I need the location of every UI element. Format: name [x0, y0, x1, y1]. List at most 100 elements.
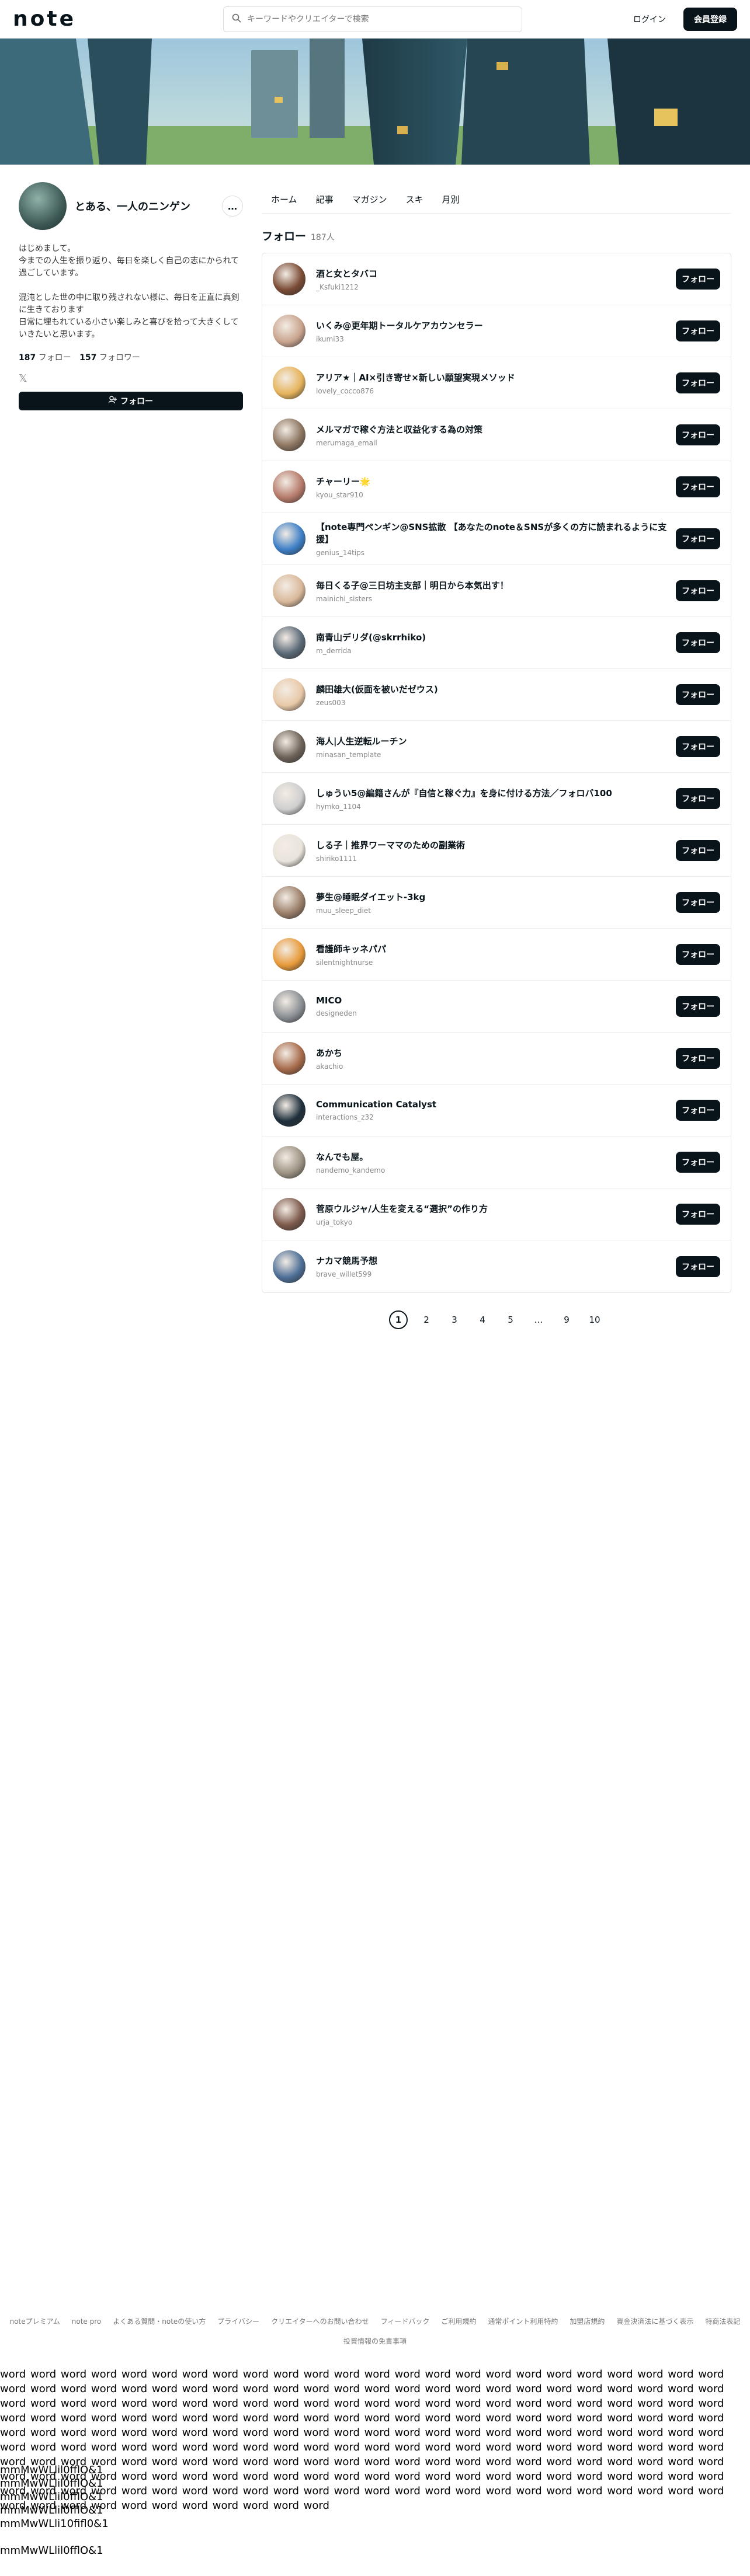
footer-link[interactable]: フィードバック — [381, 2317, 430, 2326]
search-input[interactable] — [247, 14, 513, 24]
user-avatar[interactable] — [273, 315, 305, 347]
user-avatar[interactable] — [273, 1094, 305, 1127]
user-name[interactable]: 菅原ウルジャ/人生を変える“選択”の作り方 — [316, 1202, 676, 1215]
page-button[interactable]: 4 — [473, 1310, 492, 1329]
user-name[interactable]: 夢生@睡眠ダイエット-3kg — [316, 891, 676, 903]
tab-monthly[interactable]: 月別 — [433, 193, 469, 205]
follow-button[interactable]: フォロー — [676, 996, 720, 1017]
user-avatar[interactable] — [273, 886, 305, 919]
footer-link[interactable]: 加盟店規約 — [570, 2317, 605, 2326]
signup-button[interactable]: 会員登録 — [683, 7, 737, 31]
user-avatar[interactable] — [273, 1198, 305, 1231]
follow-button[interactable]: フォロー — [676, 320, 720, 341]
user-avatar[interactable] — [273, 470, 305, 503]
page-button[interactable]: 3 — [445, 1310, 464, 1329]
follow-button[interactable]: フォロー — [676, 424, 720, 445]
follow-button[interactable]: フォロー — [676, 372, 720, 393]
user-name[interactable]: チャーリー🌟 — [316, 475, 676, 487]
tab-home[interactable]: ホーム — [262, 193, 307, 205]
tab-magazines[interactable]: マガジン — [343, 193, 397, 205]
user-name[interactable]: いくみ@更年期トータルケアカウンセラー — [316, 319, 676, 332]
user-avatar[interactable] — [273, 574, 305, 607]
follow-button[interactable]: フォロー — [676, 892, 720, 913]
user-avatar[interactable] — [273, 678, 305, 711]
user-name[interactable]: 看護師キッネパパ — [316, 943, 676, 955]
page-button[interactable]: 2 — [417, 1310, 436, 1329]
user-name[interactable]: 南青山デリダ(@skrrhiko) — [316, 631, 676, 643]
footer-link[interactable]: クリエイターへのお問い合わせ — [271, 2317, 369, 2326]
user-name[interactable]: 海人|人生逆転ルーチン — [316, 735, 676, 747]
user-avatar[interactable] — [273, 626, 305, 659]
user-name[interactable]: あかち — [316, 1047, 676, 1059]
user-avatar[interactable] — [273, 1146, 305, 1179]
follow-button[interactable]: フォロー — [676, 1256, 720, 1277]
user-id: designeden — [316, 1009, 357, 1017]
follow-button[interactable]: フォロー — [676, 944, 720, 965]
section-title: フォロー — [262, 230, 307, 243]
user-avatar[interactable] — [273, 782, 305, 815]
x-logo-icon[interactable]: 𝕏 — [19, 372, 243, 385]
follow-button[interactable]: フォロー — [676, 1152, 720, 1173]
followers-count[interactable]: 157 — [79, 353, 96, 362]
follow-button[interactable]: フォロー — [676, 269, 720, 290]
footer-link[interactable]: note pro — [72, 2317, 101, 2326]
user-name[interactable]: MICO — [316, 995, 676, 1006]
user-name[interactable]: 【note専門ペンギン@SNS拡散 【あなたのnote＆SNSが多くの方に読まれ… — [316, 521, 676, 545]
followers-label[interactable]: フォロワー — [99, 353, 140, 362]
user-name[interactable]: ナカマ競馬予想 — [316, 1254, 676, 1267]
user-avatar[interactable] — [273, 263, 305, 295]
login-button[interactable]: ログイン — [626, 8, 673, 31]
follow-button[interactable]: フォロー — [676, 840, 720, 861]
note-logo[interactable]: note — [13, 7, 223, 31]
user-name[interactable]: メルマガで稼ぐ方法と収益化する為の対策 — [316, 423, 676, 435]
follow-button[interactable]: フォロー — [676, 1048, 720, 1069]
user-avatar[interactable] — [273, 834, 305, 867]
user-avatar[interactable] — [273, 367, 305, 399]
follow-button[interactable]: フォロー — [676, 1204, 720, 1225]
following-label[interactable]: フォロー — [39, 353, 71, 362]
page-button[interactable]: 10 — [585, 1310, 604, 1329]
following-count[interactable]: 187 — [19, 353, 36, 362]
user-name[interactable]: アリア★｜AI×引き寄せ×新しい願望実現メソッド — [316, 371, 676, 384]
follow-button[interactable]: フォロー — [676, 632, 720, 653]
page-button[interactable]: 5 — [501, 1310, 520, 1329]
footer-link[interactable]: ご利用規約 — [441, 2317, 476, 2326]
user-name[interactable]: 毎日くる子@三日坊主支部｜明日から本気出す！ — [316, 579, 676, 591]
footer-link[interactable]: よくある質問・noteの使い方 — [113, 2317, 206, 2326]
search-box[interactable] — [223, 6, 522, 32]
follow-button[interactable]: フォロー — [676, 580, 720, 601]
page-button[interactable]: 9 — [557, 1310, 576, 1329]
footer-link[interactable]: プライバシー — [217, 2317, 259, 2326]
profile-name[interactable]: とある、一人のニンゲン — [75, 198, 222, 214]
footer-link[interactable]: 通常ポイント利用特約 — [488, 2317, 558, 2326]
follow-button[interactable]: フォロー — [676, 1100, 720, 1121]
follow-button[interactable]: フォロー — [676, 528, 720, 549]
footer-link[interactable]: noteプレミアム — [10, 2317, 60, 2326]
tab-articles[interactable]: 記事 — [307, 193, 343, 205]
footer-link[interactable]: 特商法表記 — [705, 2317, 740, 2326]
user-name[interactable]: しる子｜推界ワーママのための副業術 — [316, 839, 676, 851]
user-avatar[interactable] — [273, 1250, 305, 1283]
user-avatar[interactable] — [273, 1042, 305, 1075]
follow-button[interactable]: フォロー — [676, 736, 720, 757]
follow-button[interactable]: フォロー — [676, 476, 720, 497]
user-name[interactable]: Communication Catalyst — [316, 1099, 676, 1110]
footer-disclaimer[interactable]: 投資情報の免責事項 — [0, 2331, 750, 2351]
more-options-button[interactable]: … — [222, 196, 243, 217]
user-name[interactable]: 麟田雄大(仮面を被いだゼウス) — [316, 683, 676, 695]
user-name[interactable]: なんでも屋。 — [316, 1151, 676, 1163]
profile-avatar[interactable] — [19, 182, 67, 230]
follow-button[interactable]: フォロー — [676, 788, 720, 809]
page-button[interactable]: 1 — [389, 1310, 408, 1329]
user-avatar[interactable] — [273, 419, 305, 451]
tab-likes[interactable]: スキ — [397, 193, 433, 205]
follow-button[interactable]: フォロー — [676, 684, 720, 705]
footer-link[interactable]: 資金決済法に基づく表示 — [616, 2317, 693, 2326]
user-avatar[interactable] — [273, 938, 305, 971]
user-avatar[interactable] — [273, 522, 305, 555]
user-name[interactable]: しゅうい5@編籍さんが『自信と稼ぐ力』を身に付ける方法／フォロバ100 — [316, 787, 676, 799]
user-avatar[interactable] — [273, 990, 305, 1023]
profile-follow-button[interactable]: フォロー — [19, 392, 243, 410]
user-name[interactable]: 酒と女とタバコ — [316, 267, 676, 280]
user-avatar[interactable] — [273, 730, 305, 763]
